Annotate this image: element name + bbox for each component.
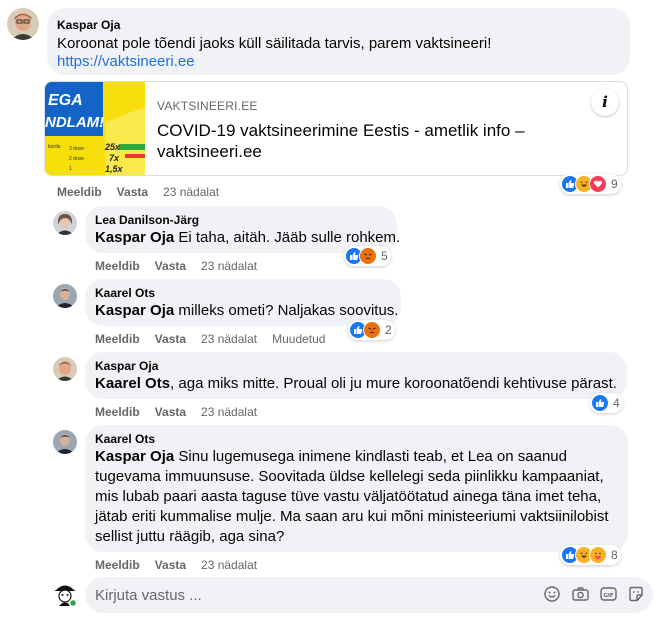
like-button[interactable]: Meeldib: [95, 405, 140, 419]
reaction-count: 4: [613, 396, 620, 410]
like-icon: [591, 394, 609, 412]
comment-actions-reply-2: Meeldib Vasta 23 nädalat Muudetud: [95, 332, 325, 346]
reaction-count: 5: [381, 249, 388, 263]
link-preview-card[interactable]: EGA NDLAM! kordu 3 dose 2 dose 1 25x 7x …: [44, 81, 628, 176]
reaction-summary-reply-3[interactable]: 4: [590, 393, 623, 413]
comment-author[interactable]: Kaarel Ots: [95, 286, 155, 300]
comment-text: Koroonat pole tõendi jaoks küll säilitad…: [57, 35, 492, 52]
avatar-lea-danilson-jarg[interactable]: [53, 211, 77, 235]
care-icon: [589, 546, 607, 564]
love-icon: [589, 175, 607, 193]
reaction-summary-root[interactable]: 9: [560, 174, 621, 194]
like-button[interactable]: Meeldib: [95, 332, 140, 346]
mention-tag[interactable]: Kaspar Oja: [95, 229, 174, 246]
current-user-avatar[interactable]: [53, 582, 78, 608]
comment-body: milleks ometi? Naljakas soovitus.: [174, 302, 399, 319]
thumb-value: 25x: [105, 142, 121, 152]
comment-bubble-root: Kaspar Oja Koroonat pole tõendi jaoks kü…: [47, 8, 630, 75]
comment-timestamp[interactable]: 23 nädalat: [201, 558, 257, 572]
thumb-headline-1: EGA: [48, 92, 83, 109]
gif-icon[interactable]: GIF: [599, 585, 617, 603]
comment-text: Kaspar Oja Ei taha, aitäh. Jääb sulle ro…: [95, 228, 400, 248]
reply-button[interactable]: Vasta: [155, 558, 186, 572]
thumb-row-label: 2 dose: [69, 156, 85, 162]
thumb-value: 1,5x: [105, 164, 123, 174]
reaction-count: 9: [611, 177, 618, 191]
reply-button[interactable]: Vasta: [117, 185, 148, 199]
comment-timestamp[interactable]: 23 nädalat: [201, 332, 257, 346]
thumb-row-label: 1: [69, 166, 72, 172]
thumb-value: 7x: [109, 153, 120, 163]
comment-actions-reply-4: Meeldib Vasta 23 nädalat: [95, 558, 257, 572]
thumb-headline-2: NDLAM!: [45, 114, 105, 131]
comment-text: Kaspar Oja Sinu lugemusega inimene kindl…: [95, 447, 623, 547]
comment-timestamp[interactable]: 23 nädalat: [201, 405, 257, 419]
composer-toolbar: GIF: [543, 585, 645, 603]
reaction-count: 2: [385, 323, 392, 337]
comment-text: Kaarel Ots, aga miks mitte. Proual oli j…: [95, 374, 617, 394]
comment-actions-root: Meeldib Vasta 23 nädalat: [57, 185, 219, 199]
comment-body: Ei taha, aitäh. Jääb sulle rohkem.: [174, 229, 401, 246]
comment-bubble-reply-2: Kaarel Ots Kaspar Oja milleks ometi? Nal…: [85, 279, 401, 326]
reply-input[interactable]: [95, 577, 515, 613]
reply-composer: GIF: [85, 577, 653, 613]
comment-author[interactable]: Lea Danilson-Järg: [95, 213, 199, 227]
avatar-kaspar-oja[interactable]: [7, 8, 39, 40]
link-preview-title[interactable]: COVID-19 vaktsineerimine Eestis - ametli…: [157, 120, 557, 162]
reply-button[interactable]: Vasta: [155, 259, 186, 273]
reaction-summary-reply-4[interactable]: 8: [560, 545, 621, 565]
reply-button[interactable]: Vasta: [155, 332, 186, 346]
edited-label[interactable]: Muudetud: [272, 332, 325, 346]
comment-actions-reply-3: Meeldib Vasta 23 nädalat: [95, 405, 257, 419]
mention-tag[interactable]: Kaarel Ots: [95, 375, 170, 392]
info-icon[interactable]: i: [591, 88, 619, 116]
comment-bubble-reply-3: Kaspar Oja Kaarel Ots, aga miks mitte. P…: [85, 352, 627, 399]
avatar-kaarel-ots[interactable]: [53, 284, 77, 308]
comment-author[interactable]: Kaarel Ots: [95, 432, 155, 446]
reply-button[interactable]: Vasta: [155, 405, 186, 419]
reaction-summary-reply-1[interactable]: 5: [344, 246, 391, 266]
comment-bubble-reply-4: Kaarel Ots Kaspar Oja Sinu lugemusega in…: [85, 425, 628, 552]
comment-link[interactable]: https://vaktsineeri.ee: [57, 53, 195, 70]
thumb-row-label: 3 dose: [69, 146, 85, 152]
mention-tag[interactable]: Kaspar Oja: [95, 448, 174, 465]
comment-body: , aga miks mitte. Proual oli ju mure kor…: [170, 375, 617, 392]
avatar-kaarel-ots[interactable]: [53, 430, 77, 454]
comment-author[interactable]: Kaspar Oja: [95, 359, 158, 373]
camera-icon[interactable]: [571, 585, 589, 603]
like-button[interactable]: Meeldib: [57, 185, 102, 199]
angry-icon: [363, 321, 381, 339]
thumb-row-label: kordu: [48, 144, 61, 150]
reaction-summary-reply-2[interactable]: 2: [348, 320, 395, 340]
link-preview-site: VAKTSINEERI.EE: [157, 99, 258, 113]
comment-text: Kaspar Oja milleks ometi? Naljakas soovi…: [95, 301, 398, 321]
avatar-kaspar-oja[interactable]: [53, 357, 77, 381]
like-button[interactable]: Meeldib: [95, 259, 140, 273]
like-button[interactable]: Meeldib: [95, 558, 140, 572]
emoji-icon[interactable]: [543, 585, 561, 603]
sticker-icon[interactable]: [627, 585, 645, 603]
comment-timestamp[interactable]: 23 nädalat: [163, 185, 219, 199]
angry-icon: [359, 247, 377, 265]
comment-timestamp[interactable]: 23 nädalat: [201, 259, 257, 273]
svg-text:GIF: GIF: [603, 593, 614, 599]
reaction-count: 8: [611, 548, 618, 562]
mention-tag[interactable]: Kaspar Oja: [95, 302, 174, 319]
comment-author[interactable]: Kaspar Oja: [57, 18, 120, 32]
comment-actions-reply-1: Meeldib Vasta 23 nädalat: [95, 259, 257, 273]
link-preview-thumbnail: EGA NDLAM! kordu 3 dose 2 dose 1 25x 7x …: [45, 82, 145, 175]
